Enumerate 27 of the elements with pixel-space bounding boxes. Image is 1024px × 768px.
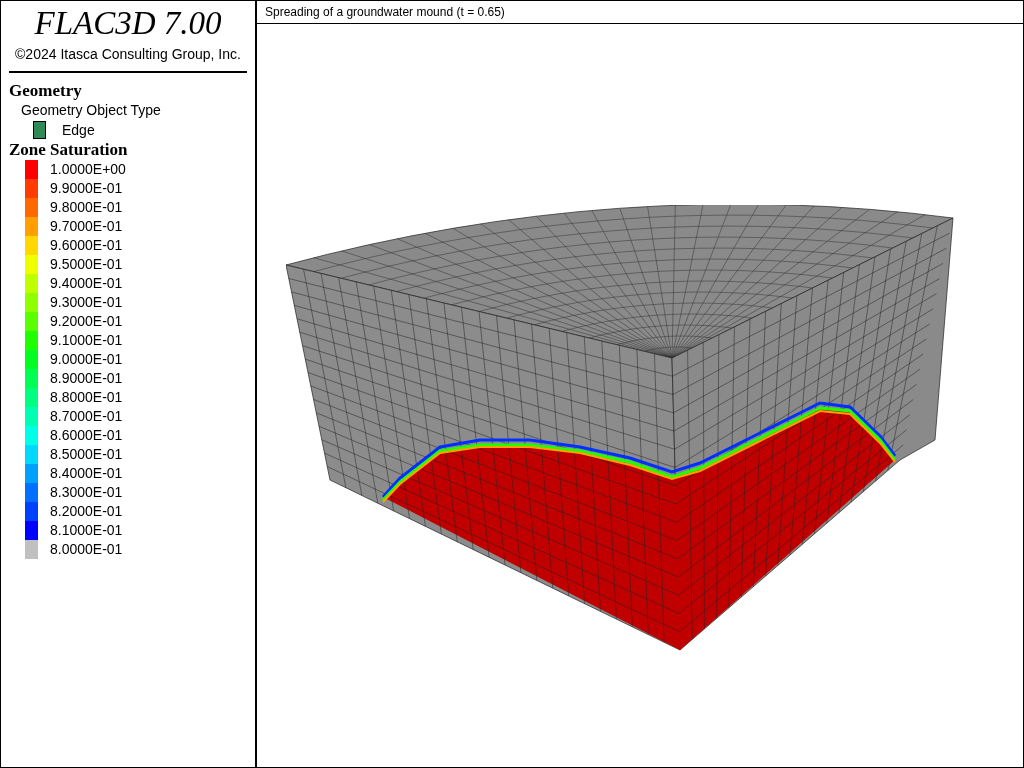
legend-label: 9.9000E-01: [50, 179, 123, 198]
legend-label: 8.3000E-01: [50, 483, 123, 502]
legend-label: 9.4000E-01: [50, 274, 123, 293]
legend-label: 9.8000E-01: [50, 198, 123, 217]
legend-label: 8.6000E-01: [50, 426, 123, 445]
legend-label: 9.7000E-01: [50, 217, 123, 236]
legend-label: 8.7000E-01: [50, 407, 123, 426]
legend-subtitle: Geometry Object Type: [20, 101, 162, 120]
copyright-text: ©2024 Itasca Consulting Group, Inc.: [14, 45, 242, 63]
legend-label: Edge: [62, 120, 95, 140]
legend-label: 9.6000E-01: [50, 236, 123, 255]
legend-label: 8.2000E-01: [50, 502, 123, 521]
legend-label: 8.4000E-01: [50, 464, 123, 483]
legend-label: 8.8000E-01: [50, 388, 123, 407]
legend-label: 9.1000E-01: [50, 331, 123, 350]
app-title: FLAC3D 7.00: [33, 5, 223, 41]
legend-section-title: Zone Saturation: [9, 140, 129, 160]
legend-label: 1.0000E+00: [50, 160, 126, 179]
legend-section-title: Geometry: [9, 81, 83, 101]
legend-label: 8.9000E-01: [50, 369, 123, 388]
legend-label: 9.2000E-01: [50, 312, 123, 331]
legend-label: 9.5000E-01: [50, 255, 123, 274]
legend-label: 9.3000E-01: [50, 293, 123, 312]
legend-label: 8.0000E-01: [50, 540, 123, 559]
legend-label: 9.0000E-01: [50, 350, 123, 369]
legend-label: 8.5000E-01: [50, 445, 123, 464]
legend-label: 8.1000E-01: [50, 521, 123, 540]
